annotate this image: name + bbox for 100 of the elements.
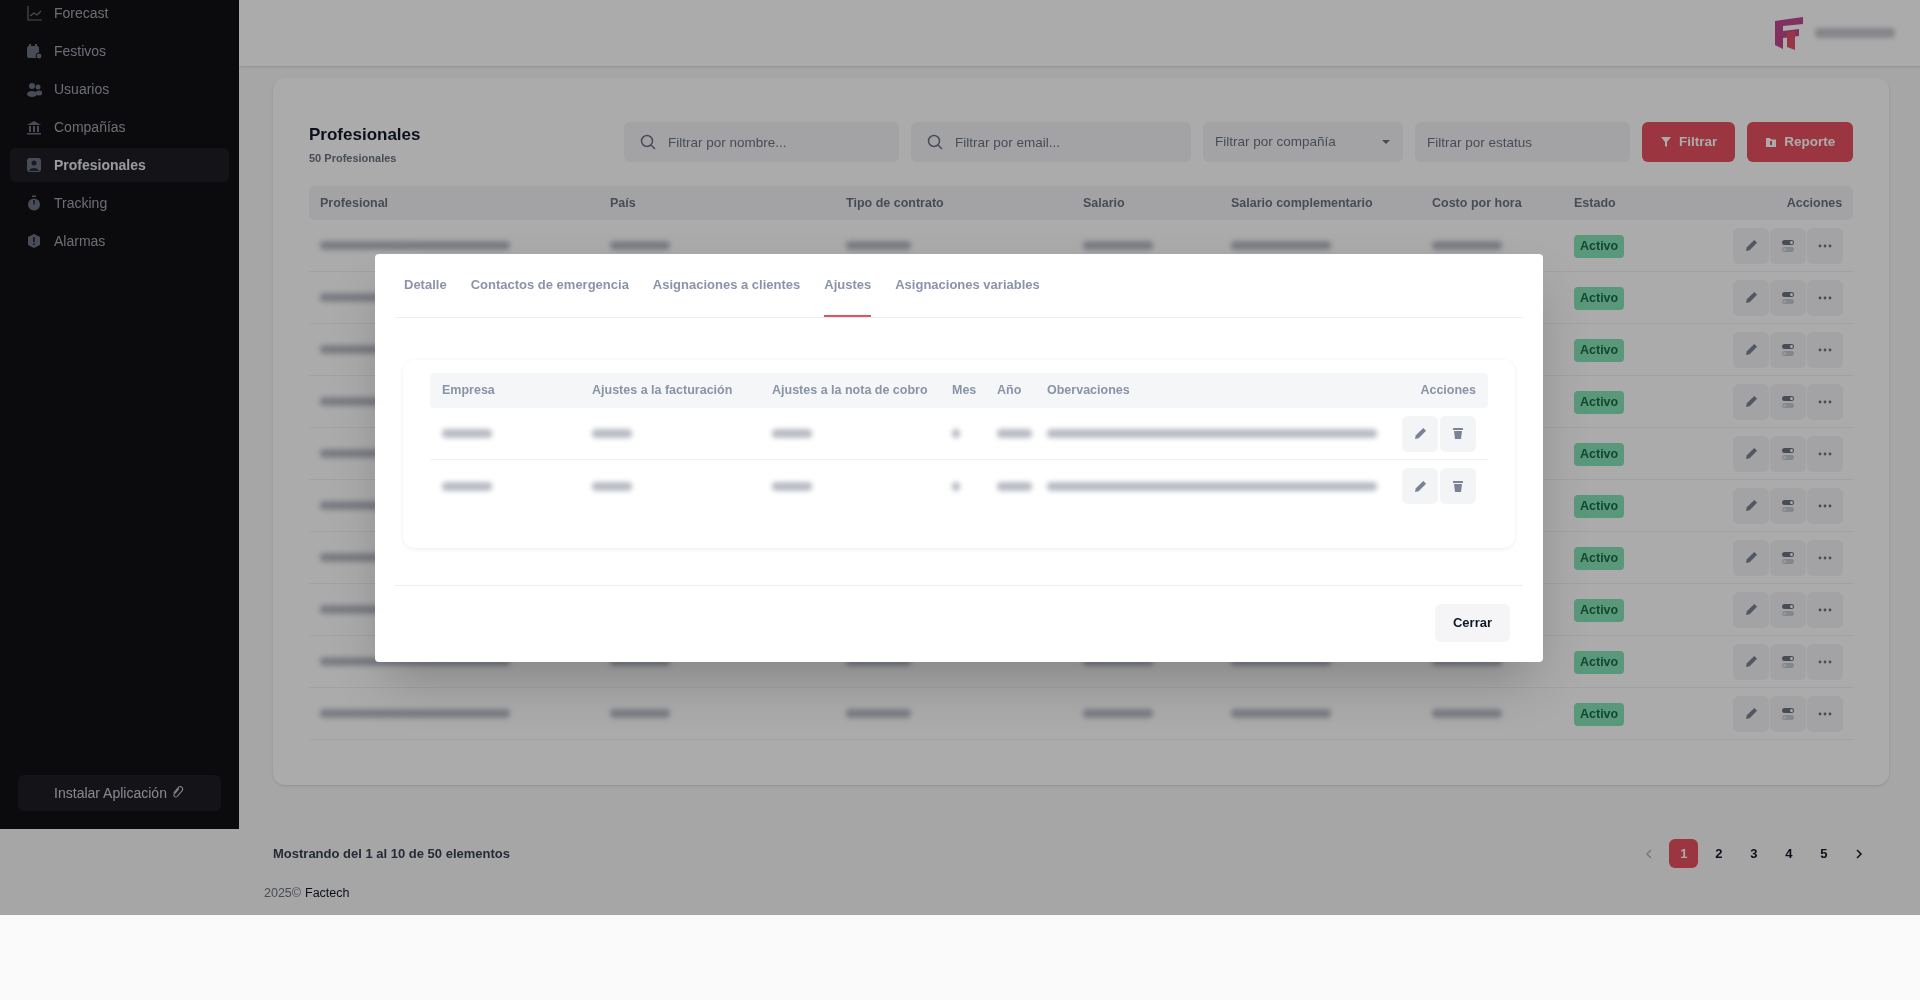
blurred-text xyxy=(442,429,492,438)
sidebar-item[interactable]: Profesionales xyxy=(10,148,229,182)
blurred-text xyxy=(952,481,960,491)
status-badge: Activo xyxy=(1574,703,1625,726)
edit-button[interactable] xyxy=(1733,331,1770,368)
close-button[interactable]: Cerrar xyxy=(1434,604,1510,642)
page-button[interactable]: 4 xyxy=(1774,839,1804,868)
toggle-icon xyxy=(1781,602,1796,617)
page-button[interactable]: 3 xyxy=(1739,839,1769,868)
toggle-icon xyxy=(1781,238,1796,253)
sidebar-item[interactable]: Tracking xyxy=(10,186,229,220)
edit-button[interactable] xyxy=(1402,415,1438,452)
toggle-button[interactable] xyxy=(1770,383,1807,420)
tab[interactable]: Detalle xyxy=(404,254,447,317)
toggle-button[interactable] xyxy=(1770,279,1807,316)
column-header: Mes xyxy=(951,382,978,400)
toggle-icon xyxy=(1781,342,1796,357)
sidebar-item[interactable]: Alarmas xyxy=(10,224,229,258)
pencil-icon xyxy=(1413,479,1427,493)
toggle-icon xyxy=(1781,498,1796,513)
edit-button[interactable] xyxy=(1733,227,1770,264)
toggle-button[interactable] xyxy=(1770,643,1807,680)
blurred-text xyxy=(772,481,812,491)
sidebar-item[interactable]: Compañías xyxy=(10,110,229,144)
sidebar-item[interactable]: Festivos xyxy=(10,34,229,68)
status-badge: Activo xyxy=(1574,443,1625,466)
column-header: Obervaciones xyxy=(1046,382,1131,400)
edit-button[interactable] xyxy=(1733,435,1770,472)
install-app-button[interactable]: Instalar Aplicación xyxy=(18,775,221,811)
trash-icon xyxy=(1452,427,1464,440)
delete-button[interactable] xyxy=(1440,415,1476,452)
stopwatch-icon xyxy=(26,195,42,211)
search-field[interactable]: Filtrar por email... xyxy=(911,122,1191,162)
edit-button[interactable] xyxy=(1733,383,1770,420)
tab[interactable]: Asignaciones variables xyxy=(895,254,1040,317)
tab[interactable]: Asignaciones a clientes xyxy=(652,254,801,317)
edit-button[interactable] xyxy=(1733,279,1770,316)
edit-button[interactable] xyxy=(1402,468,1438,504)
tab[interactable]: Contactos de emergencia xyxy=(470,254,629,317)
blurred-text xyxy=(610,241,670,250)
pencil-icon xyxy=(1744,291,1758,304)
pencil-icon xyxy=(1744,603,1758,616)
search-field[interactable]: Filtrar por nombre... xyxy=(624,122,899,162)
delete-button[interactable] xyxy=(1440,468,1476,504)
status-badge: Activo xyxy=(1574,495,1625,518)
edit-button[interactable] xyxy=(1733,539,1770,576)
company-dropdown[interactable]: Filtrar por compañía xyxy=(1203,122,1403,162)
toggle-button[interactable] xyxy=(1770,487,1807,524)
sidebar-item[interactable]: Forecast xyxy=(10,0,229,30)
page-button[interactable]: 5 xyxy=(1809,839,1839,868)
blurred-text xyxy=(997,481,1032,491)
pencil-icon xyxy=(1744,655,1758,668)
edit-button[interactable] xyxy=(1733,591,1770,628)
toggle-button[interactable] xyxy=(1770,227,1807,264)
brand-name: Factech xyxy=(305,885,350,902)
page-button[interactable]: 2 xyxy=(1704,839,1734,868)
toggle-icon xyxy=(1781,446,1796,461)
chevron-right-icon xyxy=(1854,848,1863,859)
toggle-button[interactable] xyxy=(1770,539,1807,576)
dots-icon xyxy=(1818,555,1833,560)
pencil-icon xyxy=(1744,707,1758,720)
blurred-text xyxy=(1083,709,1153,718)
pencil-icon xyxy=(1744,239,1758,252)
report-button[interactable]: Reporte xyxy=(1747,122,1854,162)
blurred-text xyxy=(610,709,670,718)
edit-button[interactable] xyxy=(1733,695,1770,732)
sidebar-item[interactable]: Usuarios xyxy=(10,72,229,106)
copyright-year: 2025© xyxy=(264,885,302,902)
page-title: Profesionales xyxy=(309,124,422,146)
filter-button[interactable]: Filtrar xyxy=(1642,122,1736,162)
edit-button[interactable] xyxy=(1733,487,1770,524)
column-header: País xyxy=(609,194,637,212)
search-icon xyxy=(640,134,656,150)
blurred-text xyxy=(592,429,632,438)
edit-button[interactable] xyxy=(1733,643,1770,680)
toggle-button[interactable] xyxy=(1770,331,1807,368)
dots-icon xyxy=(1818,503,1833,508)
toggle-button[interactable] xyxy=(1770,695,1807,732)
toggle-icon xyxy=(1781,706,1796,721)
toggle-icon xyxy=(1781,654,1796,669)
column-header: Costo por hora xyxy=(1431,194,1523,212)
calendar-icon xyxy=(26,43,42,59)
dots-icon xyxy=(1818,347,1833,352)
pencil-icon xyxy=(1744,551,1758,564)
pencil-icon xyxy=(1413,427,1427,440)
paperclip-icon xyxy=(170,786,185,800)
column-header: Año xyxy=(996,382,1023,400)
toggle-button[interactable] xyxy=(1770,435,1807,472)
chevron-left-icon xyxy=(1644,848,1653,859)
page-button[interactable]: 1 xyxy=(1669,839,1699,868)
column-header: Estado xyxy=(1573,194,1617,212)
dots-icon xyxy=(1818,659,1833,664)
column-header: Tipo de contrato xyxy=(845,194,945,212)
search-icon xyxy=(927,134,943,150)
person-icon xyxy=(26,157,42,173)
status-badge: Activo xyxy=(1574,235,1625,258)
filter-field[interactable]: Filtrar por estatus xyxy=(1415,122,1630,162)
tab[interactable]: Ajustes xyxy=(824,254,872,317)
column-header: Salario xyxy=(1082,194,1126,212)
toggle-button[interactable] xyxy=(1770,591,1807,628)
